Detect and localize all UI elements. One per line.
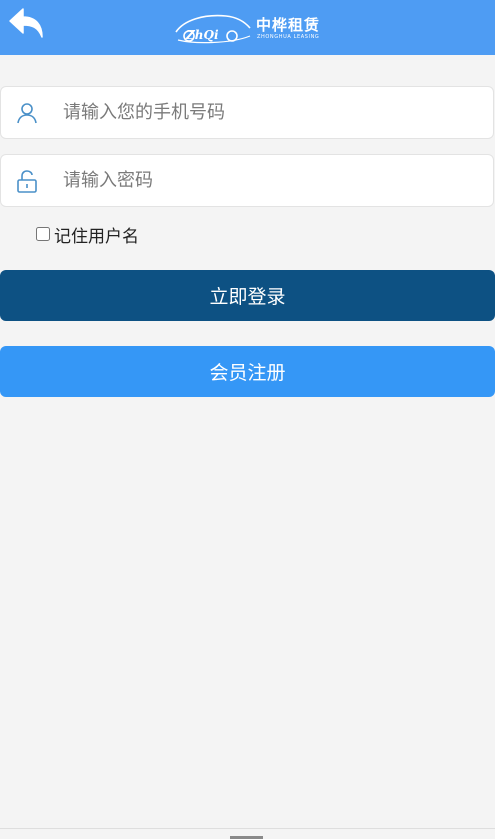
scrollbar[interactable] bbox=[495, 0, 502, 839]
header-bar: ZhQi 中桦租赁 ZHONGHUA LEASING bbox=[0, 0, 495, 55]
logo-name: 中桦租赁 bbox=[256, 16, 321, 34]
login-button[interactable]: 立即登录 bbox=[0, 270, 495, 321]
user-icon bbox=[17, 103, 37, 124]
remember-label: 记住用户名 bbox=[54, 226, 139, 247]
brand-logo: ZhQi 中桦租赁 ZHONGHUA LEASING bbox=[174, 10, 324, 48]
bottom-divider bbox=[0, 828, 495, 829]
password-input[interactable] bbox=[63, 155, 483, 206]
phone-input[interactable] bbox=[63, 87, 483, 138]
password-field[interactable] bbox=[0, 154, 494, 207]
remember-checkbox[interactable] bbox=[36, 227, 50, 241]
register-button[interactable]: 会员注册 bbox=[0, 346, 495, 397]
back-button[interactable] bbox=[8, 6, 46, 40]
login-button-label: 立即登录 bbox=[209, 286, 286, 308]
logo-subtitle: ZHONGHUA LEASING bbox=[257, 34, 320, 40]
phone-field[interactable] bbox=[0, 86, 494, 139]
app-screen: ZhQi 中桦租赁 ZHONGHUA LEASING 记住用户名 立即登录 会员… bbox=[0, 0, 495, 839]
logo-mark: ZhQi bbox=[186, 28, 219, 42]
remember-username[interactable]: 记住用户名 bbox=[36, 223, 139, 247]
lock-icon bbox=[17, 170, 37, 193]
back-arrow-icon bbox=[9, 8, 43, 38]
register-button-label: 会员注册 bbox=[209, 362, 286, 384]
